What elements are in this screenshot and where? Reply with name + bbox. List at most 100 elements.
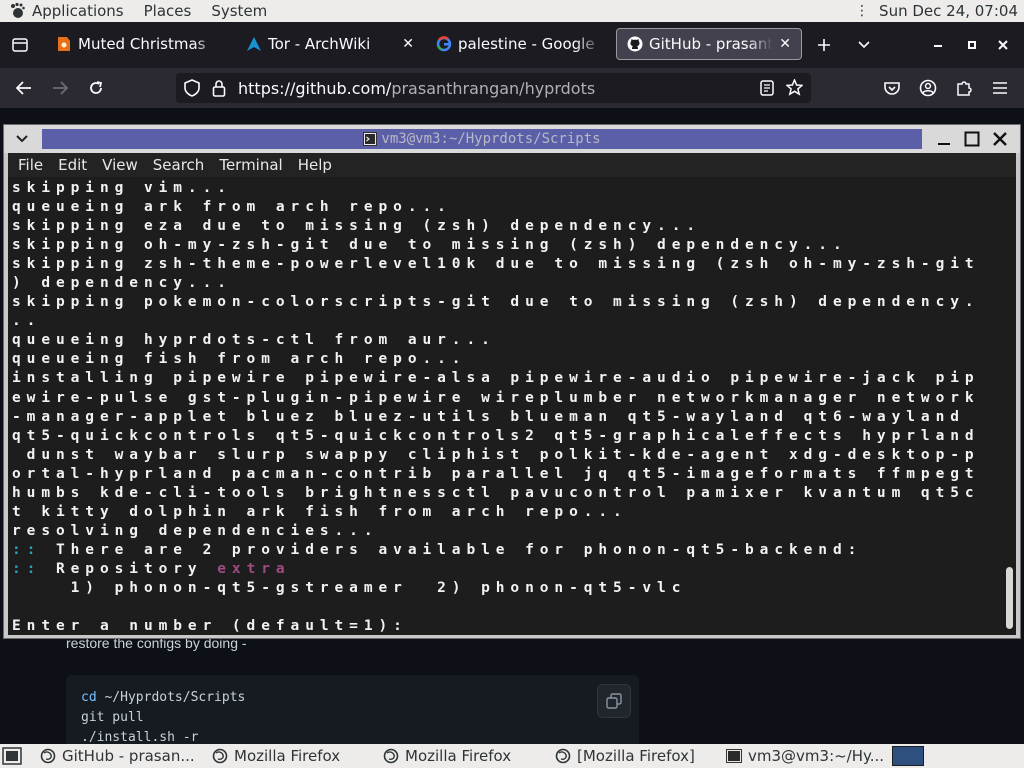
terminal-line: 1) phonon-qt5-gstreamer 2) phonon-qt5-vl… [12, 579, 687, 596]
panel-more-icon[interactable]: ⋮ [855, 3, 869, 19]
terminal-line: installing pipewire pipewire-alsa pipewi… [12, 370, 980, 387]
terminal-maximize-icon[interactable] [962, 129, 982, 149]
terminal-title: vm3@vm3:~/Hyprdots/Scripts [381, 131, 601, 147]
terminal-titlebar[interactable]: vm3@vm3:~/Hyprdots/Scripts [4, 125, 1020, 153]
terminal-scrollbar[interactable] [1003, 179, 1015, 631]
lock-icon[interactable] [212, 79, 226, 101]
code-arg: ~/Hyprdots/Scripts [104, 690, 246, 705]
terminal-line: skipping oh-my-zsh-git due to missing (z… [12, 237, 848, 254]
terminal-output[interactable]: skipping vim... queueing ark from arch re… [8, 177, 1016, 635]
url-text[interactable]: https://github.com/prasanthrangan/hyprdo… [238, 79, 595, 98]
places-menu[interactable]: Places [144, 0, 192, 22]
menu-search[interactable]: Search [153, 156, 205, 174]
terminal-line: queueing fish from arch repo... [12, 351, 467, 368]
tab-title: Tor - ArchWiki [268, 35, 371, 53]
terminal-app-icon [363, 132, 378, 146]
task-label: Mozilla Firefox [234, 747, 341, 765]
maximize-window-icon[interactable] [962, 34, 982, 56]
system-menu[interactable]: System [211, 0, 267, 22]
task-github-firefox[interactable]: GitHub - prasan... [40, 744, 195, 768]
github-icon [627, 36, 643, 52]
tab-palestine-google[interactable]: palestine - Google [426, 28, 614, 60]
menu-terminal[interactable]: Terminal [219, 156, 282, 174]
tracking-protection-shield-icon[interactable] [184, 79, 200, 101]
url-bar[interactable]: https://github.com/prasanthrangan/hyprdo… [176, 73, 811, 103]
firefox-icon [40, 748, 56, 764]
terminal-line: skipping zsh-theme-powerlevel10k due to … [12, 256, 980, 273]
terminal-line: ortal-hyprland pacman-contrib parallel j… [12, 465, 980, 482]
terminal-menubar: File Edit View Search Terminal Help [8, 153, 1016, 177]
top-panel: Applications Places System ⋮ Sun Dec 24,… [0, 0, 1024, 22]
terminal-line: humbs kde-cli-tools brightnessctl pavuco… [12, 484, 980, 501]
close-tab-icon[interactable]: ✕ [779, 36, 791, 52]
terminal-line: ewire-pulse gst-plugin-pipewire wireplum… [12, 389, 980, 406]
account-icon[interactable] [918, 78, 938, 98]
workspace-switcher[interactable] [892, 746, 924, 766]
code-line: git pull [81, 710, 144, 725]
firefox-tab-bar: Muted Christmas Tor - ArchWiki ✕ palesti… [0, 22, 1024, 68]
terminal-line: resolving dependencies... [12, 522, 379, 539]
terminal-line: ) dependency... [12, 275, 232, 292]
firefox-icon [555, 748, 571, 764]
show-desktop-icon[interactable] [2, 744, 24, 768]
task-mozilla-firefox-2[interactable]: Mozilla Firefox [383, 744, 511, 768]
list-tabs-chevron-icon[interactable] [854, 34, 874, 56]
task-terminal[interactable]: vm3@vm3:~/Hy... [726, 744, 884, 768]
tab-github[interactable]: GitHub - prasanth ✕ [616, 28, 802, 60]
terminal-title-bar[interactable]: vm3@vm3:~/Hyprdots/Scripts [42, 129, 922, 149]
menu-edit[interactable]: Edit [58, 156, 87, 174]
gnome-foot-icon[interactable] [8, 2, 26, 20]
applications-menu[interactable]: Applications [32, 0, 124, 22]
menu-view[interactable]: View [102, 156, 138, 174]
bottom-taskbar: GitHub - prasan... Mozilla Firefox Mozil… [0, 744, 1024, 768]
terminal-close-icon[interactable] [990, 129, 1010, 149]
reload-icon[interactable] [86, 78, 106, 98]
tab-muted-christmas[interactable]: Muted Christmas [46, 28, 232, 60]
terminal-icon [726, 748, 742, 764]
close-window-icon[interactable] [993, 34, 1013, 56]
task-label: vm3@vm3:~/Hy... [748, 747, 885, 765]
terminal-window: vm3@vm3:~/Hyprdots/Scripts File Edit Vie… [3, 124, 1021, 639]
arch-logo-icon [246, 36, 262, 52]
terminal-line: qt5-quickcontrols qt5-quickcontrols2 qt5… [12, 427, 980, 444]
back-arrow-icon[interactable] [14, 78, 34, 98]
url-path: prasanthrangan/hyprdots [391, 78, 596, 98]
task-label: GitHub - prasan... [62, 747, 195, 765]
firefox-icon [383, 748, 399, 764]
terminal-line: skipping eza due to missing (zsh) depend… [12, 218, 702, 235]
forward-arrow-icon[interactable] [50, 78, 70, 98]
url-host: https://github.com/ [238, 78, 392, 98]
new-tab-icon[interactable] [814, 34, 834, 56]
firefox-nav-bar: https://github.com/prasanthrangan/hyprdo… [0, 68, 1024, 108]
terminal-line: t kitty dolphin ark fish from arch repo.… [12, 503, 628, 520]
terminal-text: skipping vim... queueing ark from arch re… [8, 177, 1016, 635]
minimize-window-icon[interactable] [928, 34, 948, 56]
tab-groups-icon[interactable] [10, 35, 30, 55]
pocket-icon[interactable] [882, 78, 902, 98]
task-label: [Mozilla Firefox] [577, 747, 695, 765]
menu-file[interactable]: File [18, 156, 43, 174]
window-menu-chevron-icon[interactable] [12, 129, 32, 149]
terminal-line: queueing hyprdots-ctl from aur... [12, 332, 496, 349]
code-block: cd ~/Hyprdots/Scripts git pull ./install… [66, 675, 639, 755]
copy-code-button[interactable] [597, 684, 631, 718]
clock[interactable]: Sun Dec 24, 07:04 [879, 2, 1018, 20]
task-mozilla-firefox-1[interactable]: Mozilla Firefox [212, 744, 340, 768]
terminal-line: Enter a number (default=1): [12, 618, 408, 635]
close-tab-icon[interactable]: ✕ [402, 36, 414, 52]
code-line: ./install.sh -r [81, 730, 199, 745]
terminal-line: :: There are 2 providers available for p… [12, 541, 863, 558]
menu-help[interactable]: Help [298, 156, 332, 174]
tab-tor-archwiki[interactable]: Tor - ArchWiki ✕ [236, 28, 424, 60]
hamburger-menu-icon[interactable] [990, 78, 1010, 98]
terminal-minimize-icon[interactable] [934, 129, 954, 149]
task-mozilla-firefox-3[interactable]: [Mozilla Firefox] [555, 744, 695, 768]
bookmark-star-icon[interactable] [785, 78, 804, 100]
reader-view-icon[interactable] [760, 80, 774, 100]
extensions-puzzle-icon[interactable] [954, 78, 974, 98]
copy-icon [606, 693, 622, 709]
task-label: Mozilla Firefox [405, 747, 512, 765]
terminal-line: queueing ark from arch repo... [12, 199, 452, 216]
scrollbar-thumb[interactable] [1006, 567, 1013, 629]
